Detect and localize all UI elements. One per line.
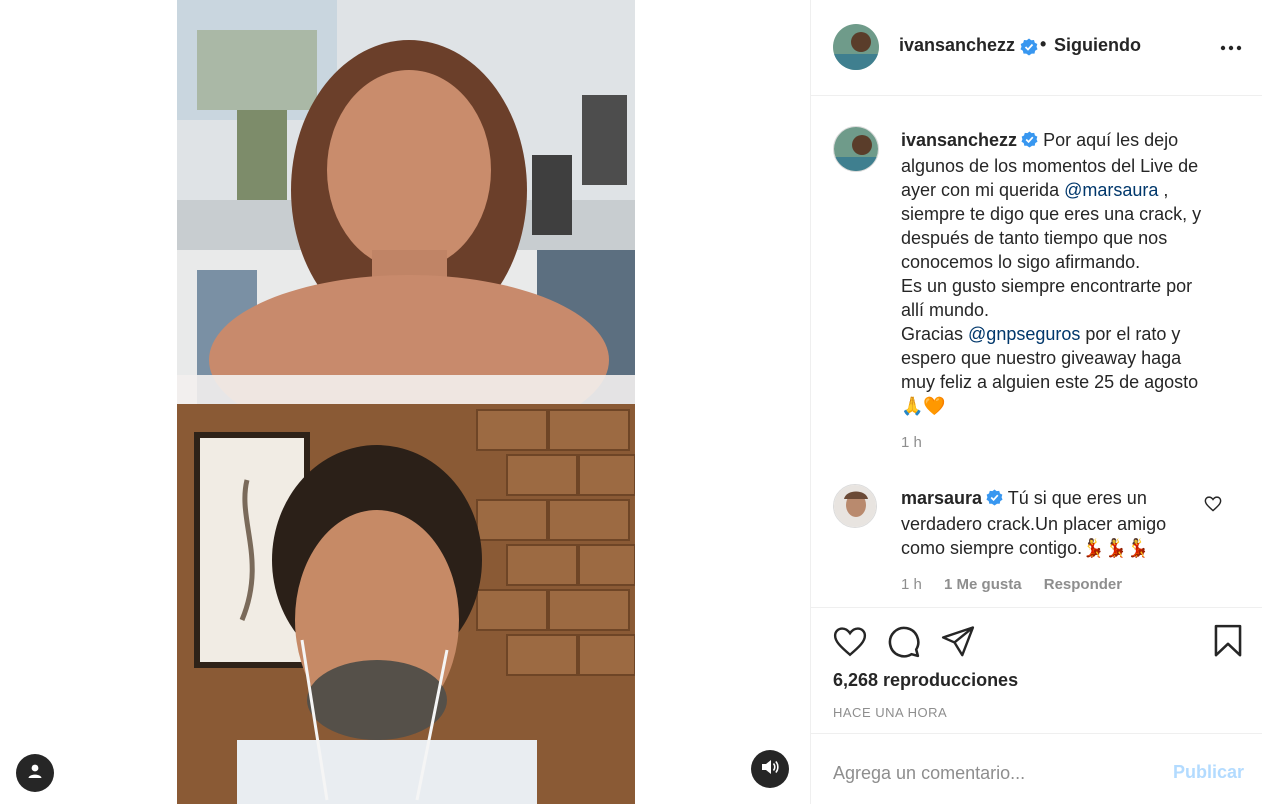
heart-icon xyxy=(833,627,867,662)
caption-avatar[interactable] xyxy=(833,126,879,172)
caption-line: muy feliz a alguien este 25 de agosto xyxy=(901,372,1199,392)
comment-line: como siempre contigo.💃💃💃 xyxy=(901,536,1201,560)
sound-toggle-button[interactable] xyxy=(751,750,789,788)
post-header: ivansanchezz • Siguiendo xyxy=(811,0,1262,96)
mention-marsaura[interactable]: @marsaura xyxy=(1064,180,1158,200)
caption-username[interactable]: ivansanchezz xyxy=(901,130,1017,150)
bookmark-icon xyxy=(1213,624,1243,662)
caption-line: Por aquí les dejo xyxy=(1043,130,1179,150)
video-frame xyxy=(177,0,635,804)
video-player[interactable] xyxy=(177,0,635,804)
caption-line: Es un gusto siempre encontrarte por xyxy=(901,276,1193,296)
caption-line: siempre te digo que eres una crack, y xyxy=(901,204,1202,224)
comment-line: verdadero crack.Un placer amigo xyxy=(901,514,1167,534)
caption-timestamp[interactable]: 1 h xyxy=(901,434,922,451)
publish-button[interactable]: Publicar xyxy=(1173,762,1244,783)
media-area xyxy=(0,0,810,804)
caption-text: por el rato y xyxy=(1080,324,1181,344)
comment: marsaura Tú si que eres un verdadero cra… xyxy=(901,486,1201,560)
share-icon xyxy=(941,626,975,661)
more-icon xyxy=(1219,45,1243,62)
more-options-button[interactable] xyxy=(1219,38,1243,58)
share-button[interactable] xyxy=(941,625,975,662)
caption-line: allí mundo. xyxy=(901,300,990,320)
caption: ivansanchezz Por aquí les dejo algunos d… xyxy=(901,128,1241,418)
sound-icon xyxy=(761,759,779,780)
like-button[interactable] xyxy=(833,626,867,663)
comment-emoji: 💃💃💃 xyxy=(1082,538,1150,558)
caption-line: ayer con mi querida @marsaura , xyxy=(901,178,1241,202)
following-button[interactable]: Siguiendo xyxy=(1054,35,1141,56)
caption-text: ayer con mi querida xyxy=(901,180,1065,200)
caption-line: después de tanto tiempo que nos xyxy=(901,228,1168,248)
save-button[interactable] xyxy=(1213,624,1243,663)
caption-line: conocemos lo sigo afirmando. xyxy=(901,252,1141,272)
author-avatar[interactable] xyxy=(833,24,879,70)
comment-likes-count[interactable]: 1 Me gusta xyxy=(944,576,1022,593)
caption-emoji: 🙏🧡 xyxy=(901,396,946,416)
comment-meta: 1 h 1 Me gusta Responder xyxy=(901,576,1122,593)
views-count[interactable]: 6,268 reproducciones xyxy=(833,670,1018,691)
comment-timestamp[interactable]: 1 h xyxy=(901,576,922,593)
caption-line: espero que nuestro giveaway haga xyxy=(901,348,1182,368)
comment-button[interactable] xyxy=(887,625,921,664)
user-icon xyxy=(27,763,43,784)
comment-icon xyxy=(887,626,921,663)
verified-icon xyxy=(986,488,1003,512)
caption-text: , xyxy=(1158,180,1169,200)
caption-line: Gracias @gnpseguros por el rato y xyxy=(901,322,1241,346)
commenter-avatar[interactable] xyxy=(833,484,877,528)
caption-line: algunos de los momentos del Live de xyxy=(901,156,1199,176)
mention-gnpseguros[interactable]: @gnpseguros xyxy=(968,324,1080,344)
heart-icon xyxy=(1204,496,1222,516)
tagged-users-button[interactable] xyxy=(16,754,54,792)
header-separator: • xyxy=(1040,34,1047,54)
comment-like-button[interactable] xyxy=(1204,496,1222,517)
comment-text: como siempre contigo. xyxy=(901,538,1083,558)
reply-button[interactable]: Responder xyxy=(1044,576,1122,593)
caption-text: Gracias xyxy=(901,324,969,344)
post-panel: ivansanchezz • Siguiendo ivansanchezz Po… xyxy=(810,0,1262,804)
comment-line: Tú si que eres un xyxy=(1007,488,1147,508)
verified-icon xyxy=(1020,38,1038,61)
post-date[interactable]: HACE UNA HORA xyxy=(833,705,947,720)
commenter-username[interactable]: marsaura xyxy=(901,488,982,508)
author-username[interactable]: ivansanchezz xyxy=(899,35,1015,56)
verified-icon xyxy=(1021,130,1038,154)
comment-input[interactable] xyxy=(833,760,1153,786)
comments-list: ivansanchezz Por aquí les dejo algunos d… xyxy=(811,96,1262,608)
